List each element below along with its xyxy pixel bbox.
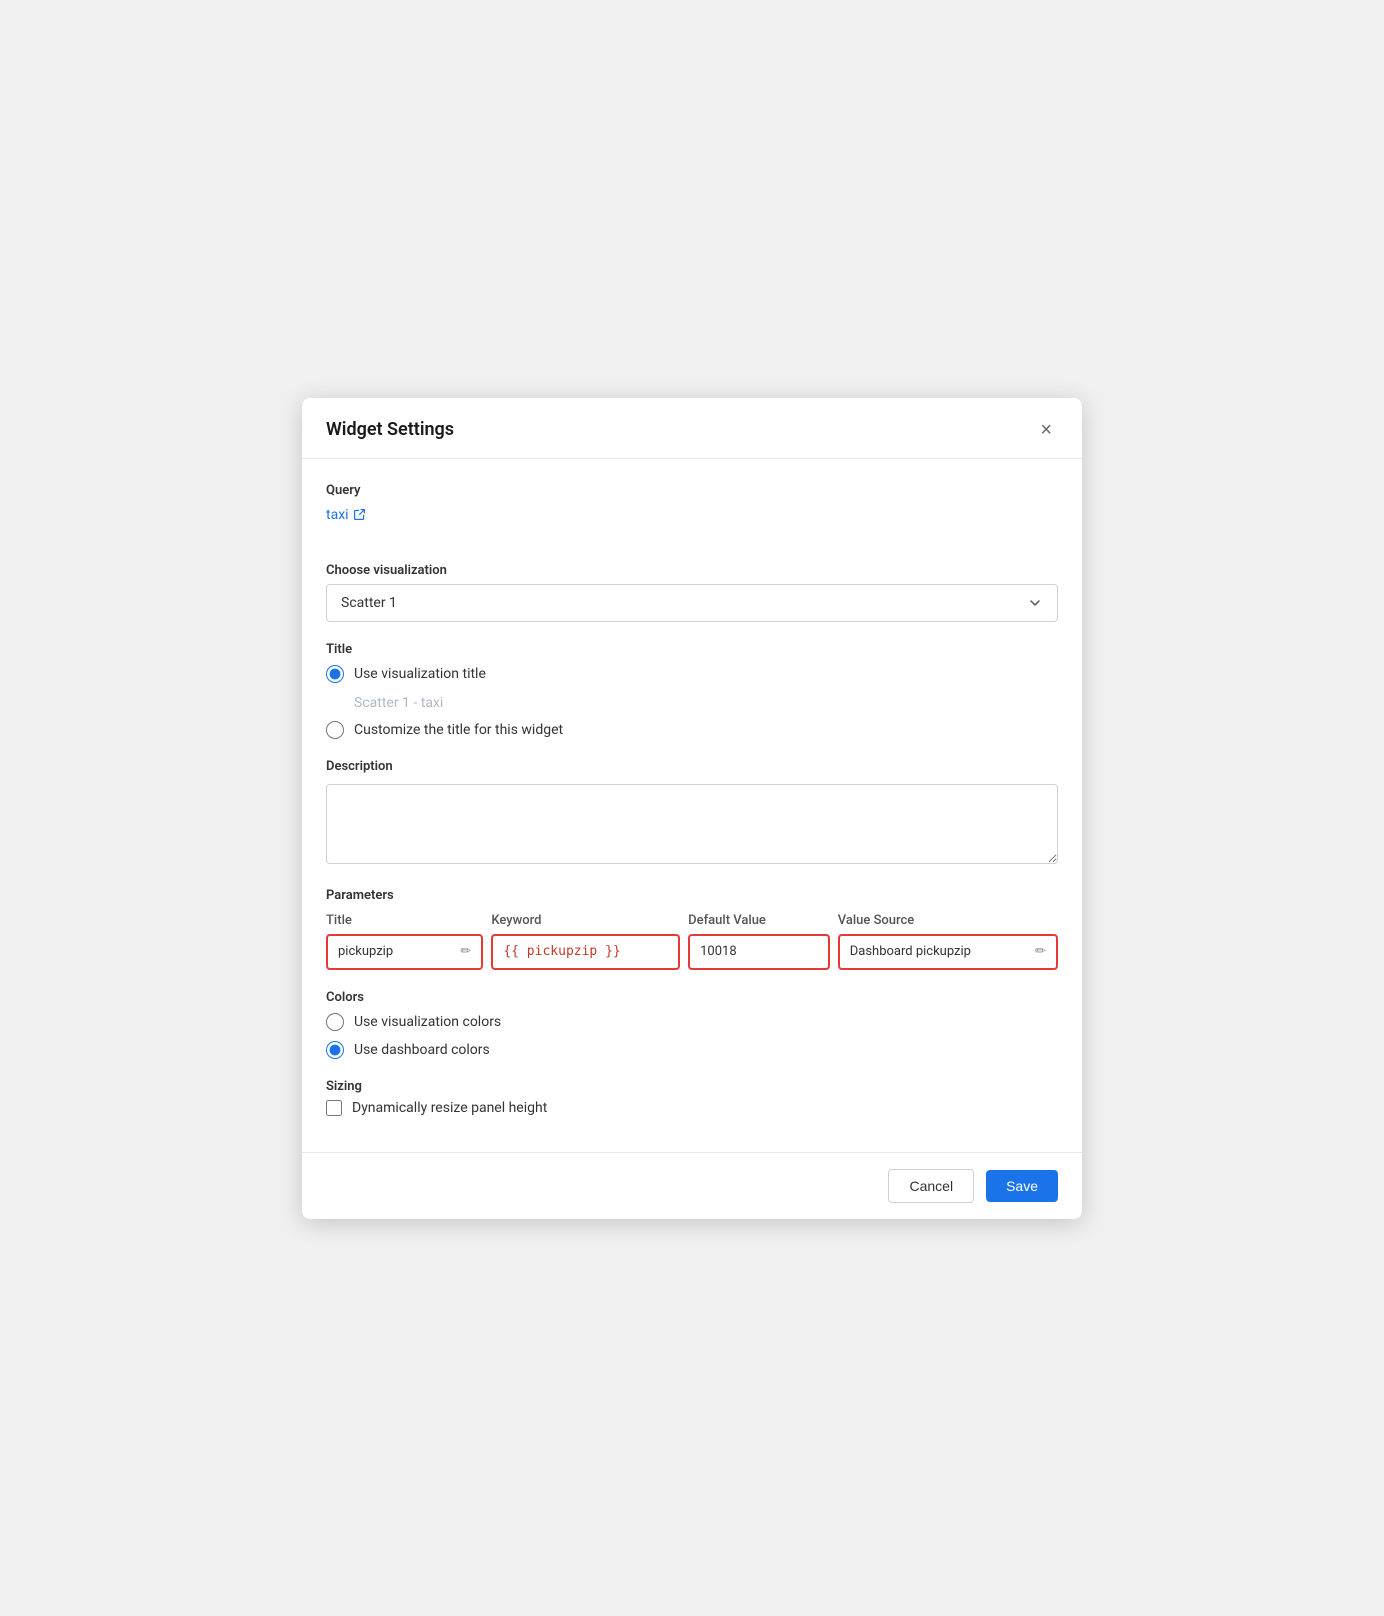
description-label: Description [326,759,1058,774]
use-viz-colors-label: Use visualization colors [354,1014,501,1030]
param-default-cell[interactable]: 10018 [688,934,830,970]
col-title: Title [326,913,483,928]
sizing-label: Sizing [326,1079,1058,1094]
dynamic-resize-checkbox[interactable] [326,1100,342,1116]
query-section: Query taxi [326,483,1058,543]
title-section: Title Use visualization title Scatter 1 … [326,642,1058,739]
description-section: Description [326,759,1058,868]
query-label: Query [326,483,1058,498]
col-default: Default Value [688,913,830,928]
use-viz-colors-radio[interactable] [326,1013,344,1031]
param-source-value: Dashboard pickupzip [850,944,971,959]
query-link-text: taxi [326,507,349,523]
close-button[interactable]: × [1034,418,1058,442]
customize-title-label: Customize the title for this widget [354,722,563,738]
title-label: Title [326,642,1058,657]
viz-title-placeholder: Scatter 1 - taxi [354,695,1058,711]
param-title-value: pickupzip [338,944,393,959]
parameters-table: Title Keyword Default Value Value Source… [326,913,1058,970]
colors-section: Colors Use visualization colors Use dash… [326,990,1058,1059]
parameters-label: Parameters [326,888,1058,903]
dialog-title: Widget Settings [326,419,454,440]
use-viz-title-row: Use visualization title [326,665,1058,683]
col-source: Value Source [838,913,1058,928]
use-dashboard-colors-radio[interactable] [326,1041,344,1059]
dialog-footer: Cancel Save [302,1152,1082,1219]
external-link-icon [353,508,366,521]
customize-title-radio[interactable] [326,721,344,739]
widget-settings-dialog: Widget Settings × Query taxi Choose visu… [302,398,1082,1219]
chevron-down-icon [1027,595,1043,611]
customize-title-row: Customize the title for this widget [326,721,1058,739]
use-dashboard-colors-label: Use dashboard colors [354,1042,490,1058]
parameters-section: Parameters Title Keyword Default Value V… [326,888,1058,970]
visualization-section: Choose visualization Scatter 1 [326,563,1058,622]
dynamic-resize-label: Dynamically resize panel height [352,1100,547,1116]
save-button[interactable]: Save [986,1170,1058,1202]
cancel-button[interactable]: Cancel [888,1169,974,1203]
sizing-section: Sizing Dynamically resize panel height [326,1079,1058,1116]
param-title-cell[interactable]: pickupzip ✏ [326,934,483,970]
colors-radio-group: Use visualization colors Use dashboard c… [326,1013,1058,1059]
param-source-cell[interactable]: Dashboard pickupzip ✏ [838,934,1058,970]
col-keyword: Keyword [491,913,680,928]
use-viz-title-label: Use visualization title [354,666,486,682]
visualization-label: Choose visualization [326,563,1058,578]
query-link[interactable]: taxi [326,507,366,523]
use-viz-title-radio[interactable] [326,665,344,683]
visualization-dropdown[interactable]: Scatter 1 [326,584,1058,622]
colors-label: Colors [326,990,1058,1005]
param-title-edit-icon[interactable]: ✏ [460,944,471,959]
dynamic-resize-row: Dynamically resize panel height [326,1100,1058,1116]
param-keyword-value: {{ pickupzip }} [503,944,620,959]
dialog-body: Query taxi Choose visualization Scatter … [302,459,1082,1152]
table-row: pickupzip ✏ {{ pickupzip }} 10018 Dashbo… [326,934,1058,970]
use-dashboard-colors-row: Use dashboard colors [326,1041,1058,1059]
params-header: Title Keyword Default Value Value Source [326,913,1058,928]
param-source-edit-icon[interactable]: ✏ [1035,944,1046,959]
title-radio-group: Use visualization title Scatter 1 - taxi… [326,665,1058,739]
param-default-value: 10018 [700,944,737,959]
dialog-header: Widget Settings × [302,398,1082,459]
use-viz-colors-row: Use visualization colors [326,1013,1058,1031]
description-textarea[interactable] [326,784,1058,864]
visualization-selected: Scatter 1 [341,595,397,611]
param-keyword-cell[interactable]: {{ pickupzip }} [491,934,680,970]
